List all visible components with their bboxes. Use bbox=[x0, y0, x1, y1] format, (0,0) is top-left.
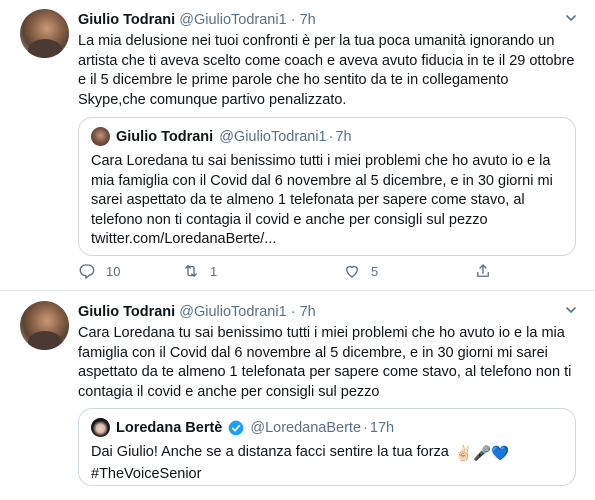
reply-button[interactable]: 10 bbox=[78, 262, 120, 280]
retweet-count: 1 bbox=[210, 263, 218, 279]
tweet-actions: 10 1 5 bbox=[78, 262, 498, 282]
quoted-tweet-header: Giulio Todrani @GiulioTodrani1 · 7h bbox=[91, 127, 352, 146]
retweet-button[interactable]: 1 bbox=[182, 262, 217, 280]
timestamp[interactable]: 7h bbox=[300, 12, 316, 28]
quoted-tweet[interactable]: Giulio Todrani @GiulioTodrani1 · 7h Cara… bbox=[78, 117, 576, 256]
quoted-tweet[interactable]: Loredana Bertè @LoredanaBerte · 17h Dai … bbox=[78, 408, 576, 486]
author-handle[interactable]: @GiulioTodrani1 bbox=[179, 304, 286, 320]
retweet-icon bbox=[185, 265, 197, 277]
author-name: Loredana Bertè bbox=[116, 419, 223, 436]
tweet[interactable]: Giulio Todrani @GiulioTodrani1 · 7h Cara… bbox=[0, 292, 595, 500]
author-handle[interactable]: @GiulioTodrani1 bbox=[179, 12, 286, 28]
chevron-down-icon[interactable] bbox=[565, 304, 577, 319]
tweet-text: La mia delusione nei tuoi confronti è pe… bbox=[78, 33, 575, 108]
separator-dot: · bbox=[290, 12, 296, 28]
timestamp[interactable]: 7h bbox=[300, 304, 316, 320]
avatar bbox=[91, 127, 110, 146]
avatar bbox=[91, 418, 110, 437]
like-button[interactable]: 5 bbox=[343, 262, 378, 280]
tweet[interactable]: Giulio Todrani @GiulioTodrani1 · 7h La m… bbox=[0, 0, 595, 291]
author-handle: @GiulioTodrani1 bbox=[219, 128, 327, 145]
author-name[interactable]: Giulio Todrani bbox=[78, 304, 175, 320]
quoted-tweet-text: Dai Giulio! Anche se a distanza facci se… bbox=[91, 443, 566, 484]
avatar[interactable] bbox=[20, 301, 69, 350]
verified-icon bbox=[229, 420, 244, 435]
tweet-header: Giulio Todrani @GiulioTodrani1 · 7h bbox=[78, 12, 316, 28]
quoted-tweet-text: Cara Loredana tu sai benissimo tutti i m… bbox=[91, 153, 553, 247]
quoted-tweet-header: Loredana Bertè @LoredanaBerte · 17h bbox=[91, 418, 394, 437]
like-icon bbox=[346, 265, 358, 278]
timestamp: 17h bbox=[369, 419, 395, 436]
timestamp: 7h bbox=[335, 128, 352, 145]
tweet-text: Cara Loredana tu sai benissimo tutti i m… bbox=[78, 325, 572, 400]
emojis: ✌🏻🎤💙 bbox=[454, 446, 510, 462]
author-name: Giulio Todrani bbox=[116, 128, 214, 145]
reply-icon bbox=[79, 264, 95, 279]
separator-dot: · bbox=[328, 128, 334, 145]
reply-count: 10 bbox=[106, 263, 121, 279]
share-icon bbox=[477, 264, 489, 277]
chevron-down-icon[interactable] bbox=[565, 12, 577, 27]
author-name[interactable]: Giulio Todrani bbox=[78, 12, 175, 28]
quoted-tweet-line: Dai Giulio! Anche se a distanza facci se… bbox=[91, 444, 449, 460]
separator-dot: · bbox=[363, 419, 368, 436]
share-button[interactable] bbox=[474, 262, 502, 280]
like-count: 5 bbox=[371, 263, 379, 279]
avatar[interactable] bbox=[20, 9, 69, 58]
hashtag[interactable]: #TheVoiceSenior bbox=[91, 465, 566, 485]
author-handle: @LoredanaBerte bbox=[250, 419, 362, 436]
tweet-header: Giulio Todrani @GiulioTodrani1 · 7h bbox=[78, 304, 316, 320]
separator-dot: · bbox=[290, 304, 296, 320]
